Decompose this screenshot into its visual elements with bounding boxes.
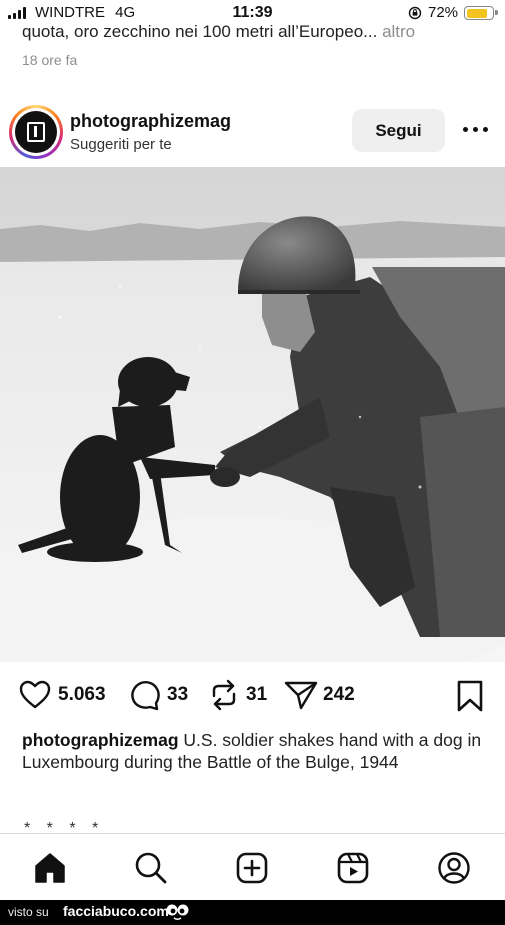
previous-caption-text: quota, oro zecchino nei 100 metri all’Eu… — [22, 22, 378, 41]
reposts-count[interactable]: 31 — [246, 684, 267, 706]
previous-post-caption: quota, oro zecchino nei 100 metri all’Eu… — [22, 22, 415, 42]
watermark-site: facciabuco.com — [63, 903, 169, 919]
home-icon[interactable] — [33, 851, 67, 885]
post-image[interactable] — [0, 167, 505, 662]
comment-icon[interactable] — [129, 679, 161, 711]
photo-soldier-dog-icon — [0, 167, 505, 662]
avatar[interactable] — [9, 105, 63, 159]
previous-post-timestamp: 18 ore fa — [22, 52, 78, 68]
more-options-icon[interactable] — [462, 121, 490, 139]
brand-logo-icon — [27, 122, 45, 142]
orientation-lock-icon — [408, 6, 422, 20]
like-icon[interactable] — [19, 680, 51, 710]
more-link[interactable]: altro — [382, 22, 415, 41]
search-icon[interactable] — [134, 851, 168, 885]
bookmark-icon[interactable] — [456, 680, 484, 712]
eyes-logo-icon — [166, 904, 189, 920]
watermark-bar: visto su facciabuco.com — [0, 900, 505, 925]
battery-icon — [464, 6, 498, 20]
comments-count[interactable]: 33 — [167, 684, 188, 706]
create-icon[interactable] — [235, 851, 269, 885]
battery-percent: 72% — [428, 4, 459, 21]
shares-count[interactable]: 242 — [323, 684, 355, 706]
suggested-label: Suggeriti per te — [70, 136, 172, 153]
bottom-nav — [0, 833, 505, 900]
profile-icon[interactable] — [437, 851, 471, 885]
repost-icon[interactable] — [208, 678, 240, 712]
caption-tail: * * * * — [24, 820, 105, 834]
share-icon[interactable] — [284, 680, 318, 710]
follow-button[interactable]: Segui — [352, 109, 445, 152]
post-caption: photographizemag U.S. soldier shakes han… — [22, 729, 487, 773]
likes-count[interactable]: 5.063 — [58, 684, 106, 706]
caption-username[interactable]: photographizemag — [22, 730, 179, 750]
watermark-prefix: visto su — [8, 905, 49, 919]
reels-icon[interactable] — [336, 851, 370, 885]
post-username[interactable]: photographizemag — [70, 111, 231, 132]
